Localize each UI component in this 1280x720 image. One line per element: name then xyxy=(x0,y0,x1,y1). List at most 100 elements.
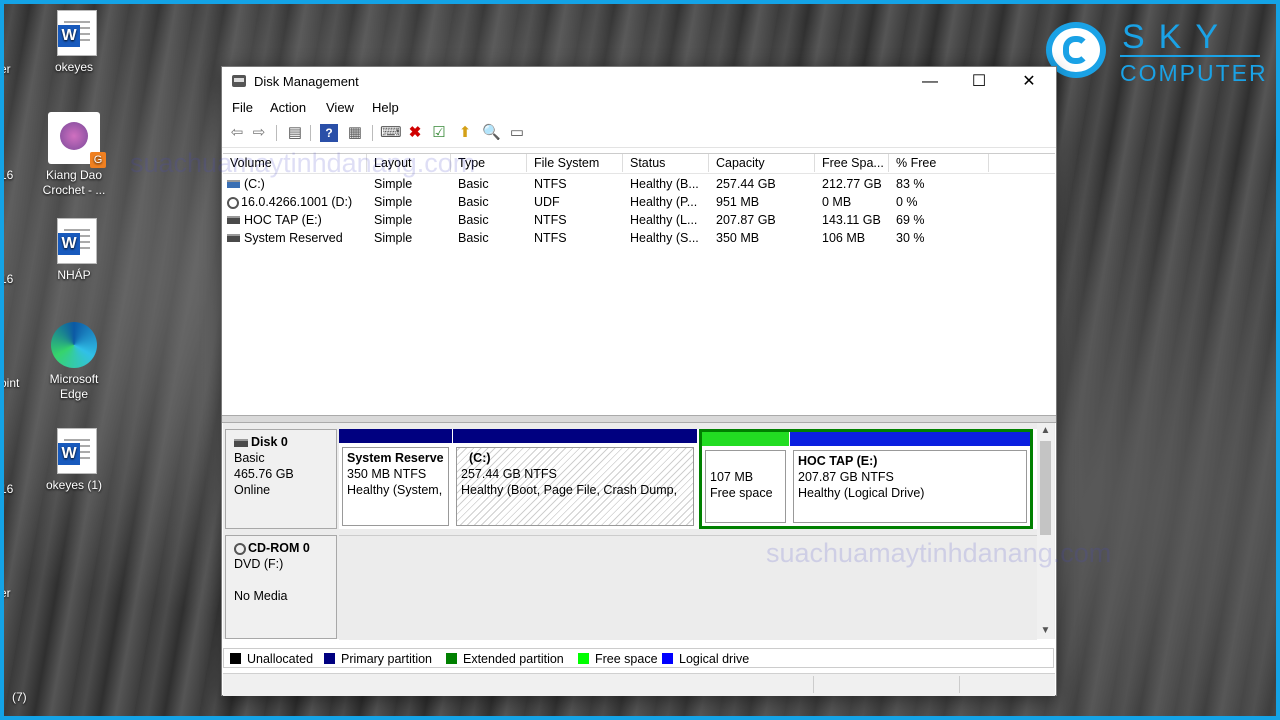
cell-layout: Simple xyxy=(374,213,413,227)
partition-free-space[interactable]: 107 MB Free space xyxy=(702,432,789,526)
back-icon[interactable]: ⇦ xyxy=(228,124,246,142)
check-icon[interactable]: ☑ xyxy=(430,124,448,142)
desktop-icon-label: okeyes (1) xyxy=(45,478,103,492)
cell-layout: Simple xyxy=(374,177,413,191)
cell-capacity: 207.87 GB xyxy=(716,213,776,227)
cell-capacity: 257.44 GB xyxy=(716,177,776,191)
menu-help[interactable]: Help xyxy=(372,100,399,115)
disk-management-window: Disk Management — ☐ ✕ File Action View H… xyxy=(221,66,1057,696)
disk-type: DVD (F:) xyxy=(234,557,284,571)
cell-file-system: NTFS xyxy=(534,213,567,227)
partition-name: HOC TAP (E:) xyxy=(798,454,878,468)
cell-file-system: NTFS xyxy=(534,177,567,191)
disk-name: Disk 0 xyxy=(251,435,288,449)
clipped-desktop-label: 16 xyxy=(0,482,14,496)
partition-c[interactable]: (C:) 257.44 GB NTFS Healthy (Boot, Page … xyxy=(453,429,697,529)
col-percent-free[interactable]: % Free xyxy=(889,154,989,172)
desktop-icon-edge[interactable]: Microsoft Edge xyxy=(34,322,114,402)
delete-icon[interactable]: ✖ xyxy=(406,124,424,142)
edge-browser-icon xyxy=(51,322,97,368)
properties-icon[interactable]: ▦ xyxy=(346,124,364,142)
cell-type: Basic xyxy=(458,213,489,227)
partition-hoc-tap-e[interactable]: HOC TAP (E:) 207.87 GB NTFS Healthy (Log… xyxy=(790,432,1030,526)
partition-name: System Reserve xyxy=(347,451,444,465)
col-file-system[interactable]: File System xyxy=(527,154,623,172)
desktop-icon-nhap[interactable]: W NHÁP xyxy=(34,218,114,283)
clipped-desktop-label: er xyxy=(0,586,11,600)
col-type[interactable]: Type xyxy=(451,154,527,172)
cell-file-system: UDF xyxy=(534,195,560,209)
title-bar[interactable]: Disk Management — ☐ ✕ xyxy=(222,67,1056,97)
cell-capacity: 951 MB xyxy=(716,195,760,209)
desktop-icon-crochet[interactable]: G Kiang Dao Crochet - ... xyxy=(34,112,114,198)
cell-type: Basic xyxy=(458,177,489,191)
cell-volume: System Reserved xyxy=(244,231,343,245)
window-title: Disk Management xyxy=(254,74,359,89)
disk-management-app-icon xyxy=(232,75,246,87)
cdrom-0-area[interactable] xyxy=(339,535,1037,640)
up-folder-icon[interactable]: ⬆ xyxy=(456,124,474,142)
word-document-icon: W xyxy=(51,10,97,56)
forward-icon[interactable]: ⇨ xyxy=(250,124,268,142)
col-free-space[interactable]: Free Spa... xyxy=(815,154,889,172)
cell-layout: Simple xyxy=(374,195,413,209)
table-row[interactable]: (C:) Simple Basic NTFS Healthy (B... 257… xyxy=(223,175,1055,193)
desktop-icon-okeyes[interactable]: W okeyes xyxy=(34,10,114,75)
cell-free-space: 0 MB xyxy=(822,195,852,209)
maximize-button[interactable]: ☐ xyxy=(956,67,1002,97)
col-volume[interactable]: Volume xyxy=(223,154,367,172)
status-bar xyxy=(223,673,1055,696)
menu-action[interactable]: Action xyxy=(270,100,306,115)
close-button[interactable]: ✕ xyxy=(1006,67,1052,97)
disk-size: 465.76 GB xyxy=(234,467,294,481)
partition-size: 107 MB xyxy=(710,470,754,484)
table-row[interactable]: System Reserved Simple Basic NTFS Health… xyxy=(223,229,1055,247)
cell-free-space: 212.77 GB xyxy=(822,177,882,191)
disc-drive-icon xyxy=(227,196,239,209)
cell-layout: Simple xyxy=(374,231,413,245)
partition-size: 257.44 GB NTFS xyxy=(461,467,557,481)
disk-0-partitions: System Reserve 350 MB NTFS Healthy (Syst… xyxy=(339,429,1037,529)
menu-view[interactable]: View xyxy=(326,100,354,115)
search-folder-icon[interactable]: 🔍 xyxy=(482,124,501,142)
scroll-up-icon[interactable]: ▲ xyxy=(1037,423,1054,439)
cell-status: Healthy (L... xyxy=(630,213,698,227)
menu-file[interactable]: File xyxy=(232,100,253,115)
minimize-button[interactable]: — xyxy=(907,67,953,97)
cell-status: Healthy (P... xyxy=(630,195,698,209)
cell-percent-free: 69 % xyxy=(896,213,925,227)
settings-icon[interactable]: ▭ xyxy=(508,124,526,142)
hard-disk-icon xyxy=(234,438,248,447)
col-status[interactable]: Status xyxy=(623,154,709,172)
pane-splitter[interactable] xyxy=(222,415,1056,423)
toolbar: ⇦ ⇨ ▤ ? ▦ ⌨ ✖ ☑ ⬆ 🔍 ▭ xyxy=(222,119,1056,148)
logo-line2: COMPUTER xyxy=(1120,60,1268,86)
table-row[interactable]: 16.0.4266.1001 (D:) Simple Basic UDF Hea… xyxy=(223,193,1055,211)
scroll-down-icon[interactable]: ▼ xyxy=(1037,623,1054,639)
scrollbar-thumb[interactable] xyxy=(1040,441,1051,535)
cell-file-system: NTFS xyxy=(534,231,567,245)
partition-system-reserved[interactable]: System Reserve 350 MB NTFS Healthy (Syst… xyxy=(339,429,452,529)
cdrom-0-label[interactable]: CD-ROM 0 DVD (F:) No Media xyxy=(225,535,337,639)
menu-bar: File Action View Help xyxy=(222,97,1056,119)
disk-type: Basic xyxy=(234,451,265,465)
connect-icon[interactable]: ⌨ xyxy=(380,124,402,142)
clipped-desktop-label: 16 xyxy=(0,272,14,286)
cell-volume: 16.0.4266.1001 (D:) xyxy=(241,195,353,209)
help-icon[interactable]: ? xyxy=(320,124,338,142)
table-row[interactable]: HOC TAP (E:) Simple Basic NTFS Healthy (… xyxy=(223,211,1055,229)
legend-free-space: Free space xyxy=(578,651,658,667)
graph-vertical-scrollbar[interactable]: ▲ ▼ xyxy=(1037,423,1054,639)
disk-0-label[interactable]: Disk 0 Basic 465.76 GB Online xyxy=(225,429,337,529)
clipped-desktop-label: (7) xyxy=(12,690,27,704)
desktop-icon-label: Kiang Dao Crochet - ... xyxy=(42,168,106,197)
desktop-icon-okeyes-1[interactable]: W okeyes (1) xyxy=(34,428,114,493)
word-document-icon: W xyxy=(51,218,97,264)
console-tree-icon[interactable]: ▤ xyxy=(286,124,304,142)
col-layout[interactable]: Layout xyxy=(367,154,451,172)
partition-name: (C:) xyxy=(469,451,491,465)
cell-percent-free: 83 % xyxy=(896,177,925,191)
col-capacity[interactable]: Capacity xyxy=(709,154,815,172)
cell-percent-free: 0 % xyxy=(896,195,918,209)
legend-unallocated: Unallocated xyxy=(230,651,313,667)
